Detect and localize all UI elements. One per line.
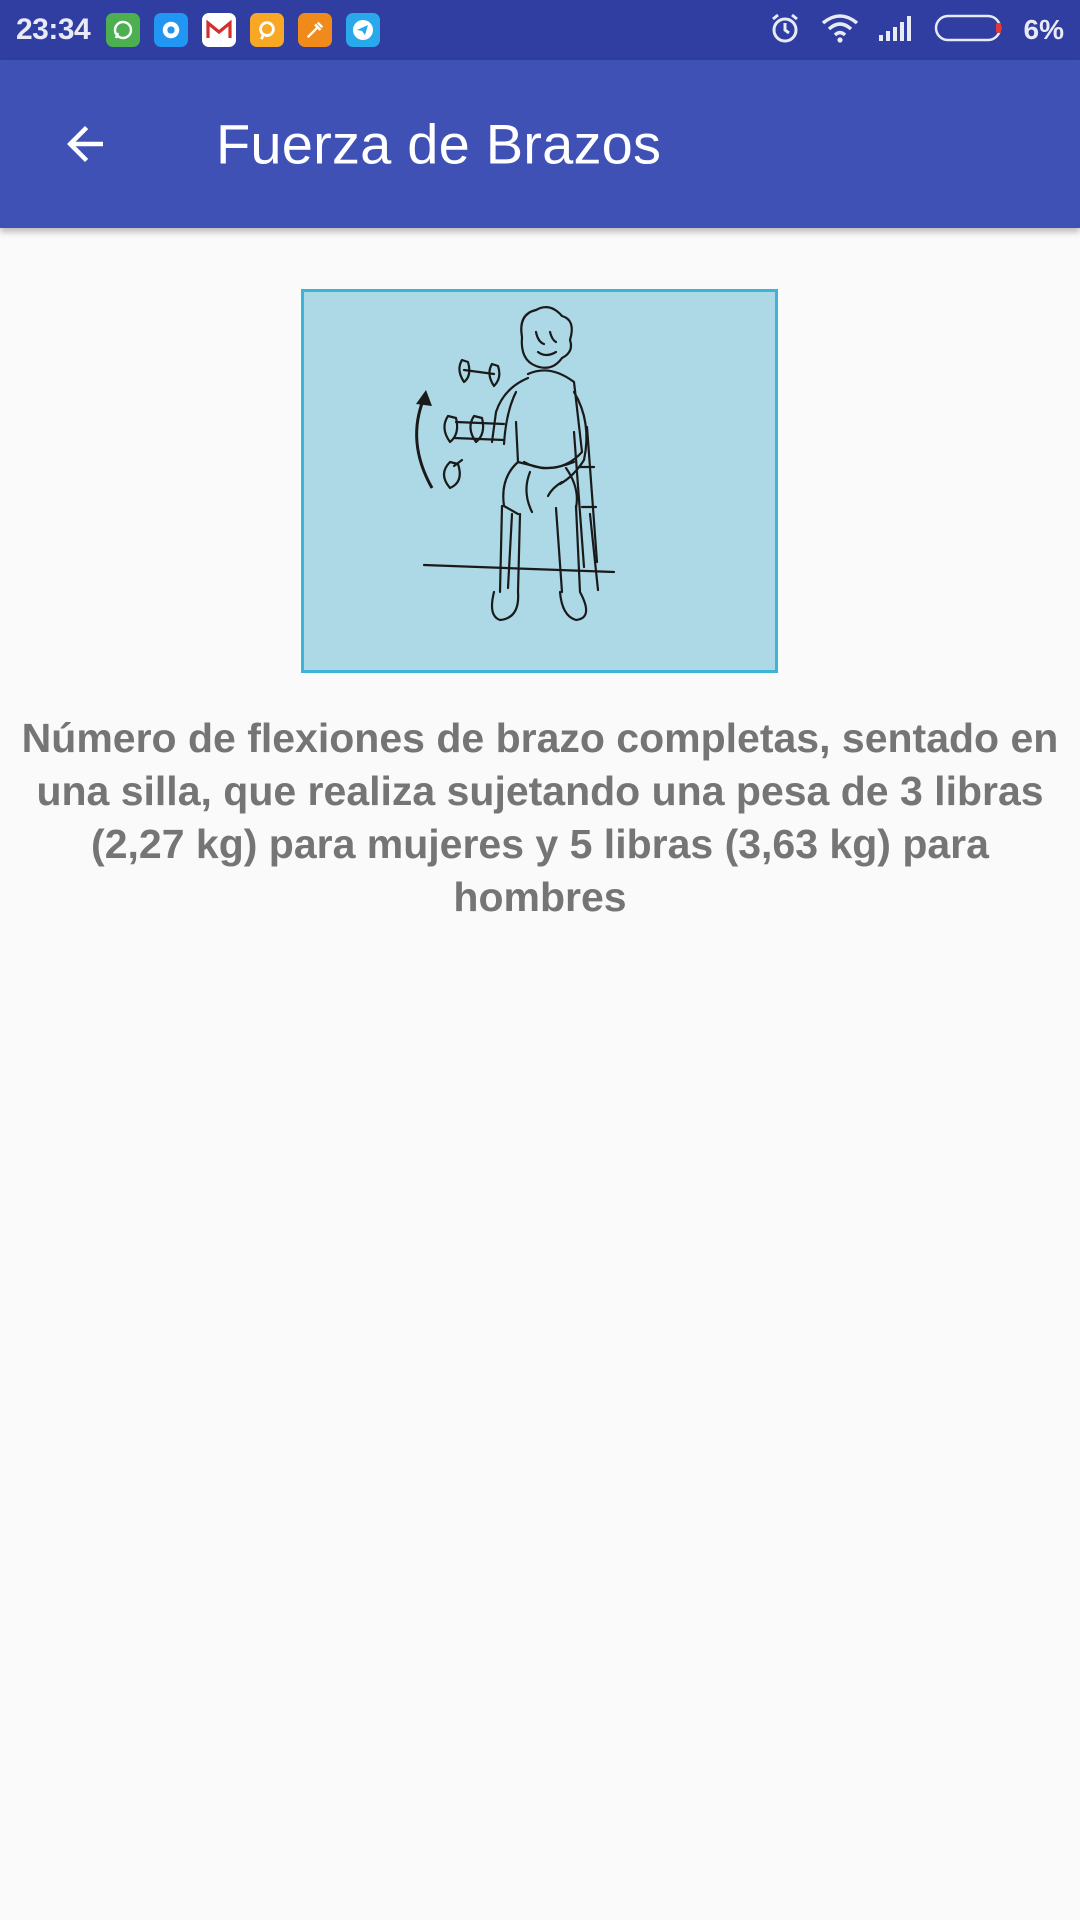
wifi-icon <box>820 13 860 48</box>
telegram-icon <box>346 13 381 47</box>
exercise-illustration <box>301 289 778 673</box>
alarm-icon <box>768 11 802 50</box>
arrow-back-icon <box>67 126 103 162</box>
battery-icon <box>934 13 1006 48</box>
app-bar: Fuerza de Brazos <box>0 60 1080 228</box>
messenger-icon <box>154 13 189 47</box>
notification-icons <box>106 13 381 47</box>
status-bar: 23:34 6% <box>0 0 1080 60</box>
battery-percent: 6% <box>1023 14 1064 45</box>
page-title: Fuerza de Brazos <box>216 112 662 176</box>
exercise-description: Número de flexiones de brazo completas, … <box>21 715 1059 920</box>
seated-arm-curl-illustration <box>415 305 616 622</box>
status-time: 23:34 <box>16 13 91 46</box>
whatsapp-icon <box>106 13 141 47</box>
chat-app-icon <box>250 13 285 47</box>
tool-app-icon <box>298 13 333 47</box>
gmail-icon <box>202 13 237 47</box>
signal-icon <box>878 13 916 48</box>
content-area: Número de flexiones de brazo completas, … <box>0 228 1080 1920</box>
back-button[interactable] <box>40 99 130 189</box>
status-right-group: 6% <box>768 11 1064 50</box>
